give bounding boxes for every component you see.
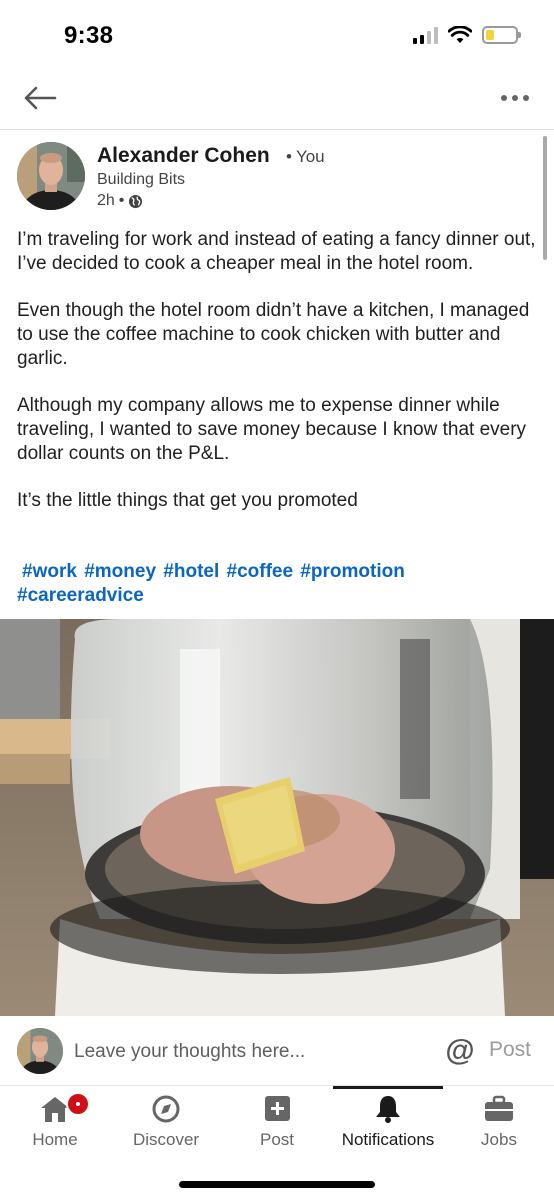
author-headline: Building Bits <box>97 171 186 188</box>
author-avatar[interactable] <box>17 142 85 210</box>
post-paragraph: It’s the little things that get you prom… <box>17 490 358 511</box>
globe-icon <box>129 194 143 208</box>
compass-icon <box>152 1095 180 1123</box>
comment-bar: @ Post <box>0 1016 554 1086</box>
notification-badge <box>66 1092 90 1116</box>
plus-square-icon <box>265 1096 290 1121</box>
post-paragraph: I’m traveling for work and instead of ea… <box>17 229 536 274</box>
post-paragraph: Even though the hotel room didn’t have a… <box>17 300 530 369</box>
more-horizontal-icon <box>501 95 507 101</box>
briefcase-icon <box>485 1095 513 1121</box>
hashtags: #work #money #hotel #coffee #promotion #… <box>17 560 537 608</box>
post-time: 2h • <box>97 192 143 210</box>
hashtag-link[interactable]: #money <box>84 561 156 582</box>
tab-discover[interactable]: Discover <box>111 1086 221 1156</box>
post-paragraph: Although my company allows me to expense… <box>17 395 527 464</box>
chicken-in-coffee-pot-image <box>0 619 554 1016</box>
hashtag-link[interactable]: #promotion <box>300 561 405 582</box>
user-avatar <box>17 1028 63 1074</box>
tab-notifications[interactable]: Notifications <box>333 1086 443 1156</box>
battery-fill <box>486 30 495 40</box>
back-arrow-icon <box>24 86 57 110</box>
battery-icon <box>482 26 521 44</box>
hashtag-link[interactable]: #work <box>22 561 77 582</box>
status-icons <box>413 26 521 44</box>
status-time: 9:38 <box>64 22 114 49</box>
post-text: I’m traveling for work and instead of ea… <box>17 228 537 536</box>
author-name[interactable]: Alexander Cohen <box>97 144 270 168</box>
tab-post[interactable]: Post <box>222 1086 332 1156</box>
tab-jobs[interactable]: Jobs <box>444 1086 554 1156</box>
more-options-button[interactable] <box>498 86 532 110</box>
cellular-signal-icon <box>413 26 438 44</box>
hashtag-link[interactable]: #careeradvice <box>17 585 144 606</box>
nav-bar <box>0 70 554 130</box>
scrollbar[interactable] <box>543 136 547 260</box>
comment-input[interactable] <box>74 1038 424 1066</box>
mention-button[interactable]: @ <box>444 1033 476 1069</box>
post-image[interactable] <box>0 619 554 1016</box>
author-degree: • You <box>286 147 325 166</box>
avatar-photo <box>17 142 85 210</box>
tab-home[interactable]: Home <box>0 1086 110 1156</box>
bell-icon <box>376 1096 400 1123</box>
hashtag-link[interactable]: #hotel <box>163 561 219 582</box>
hashtag-link[interactable]: #coffee <box>227 561 294 582</box>
home-indicator[interactable] <box>179 1181 375 1188</box>
post-comment-button[interactable]: Post <box>489 1038 531 1062</box>
status-bar: 9:38 <box>0 0 554 70</box>
back-button[interactable] <box>20 80 60 116</box>
wifi-icon <box>448 26 472 43</box>
